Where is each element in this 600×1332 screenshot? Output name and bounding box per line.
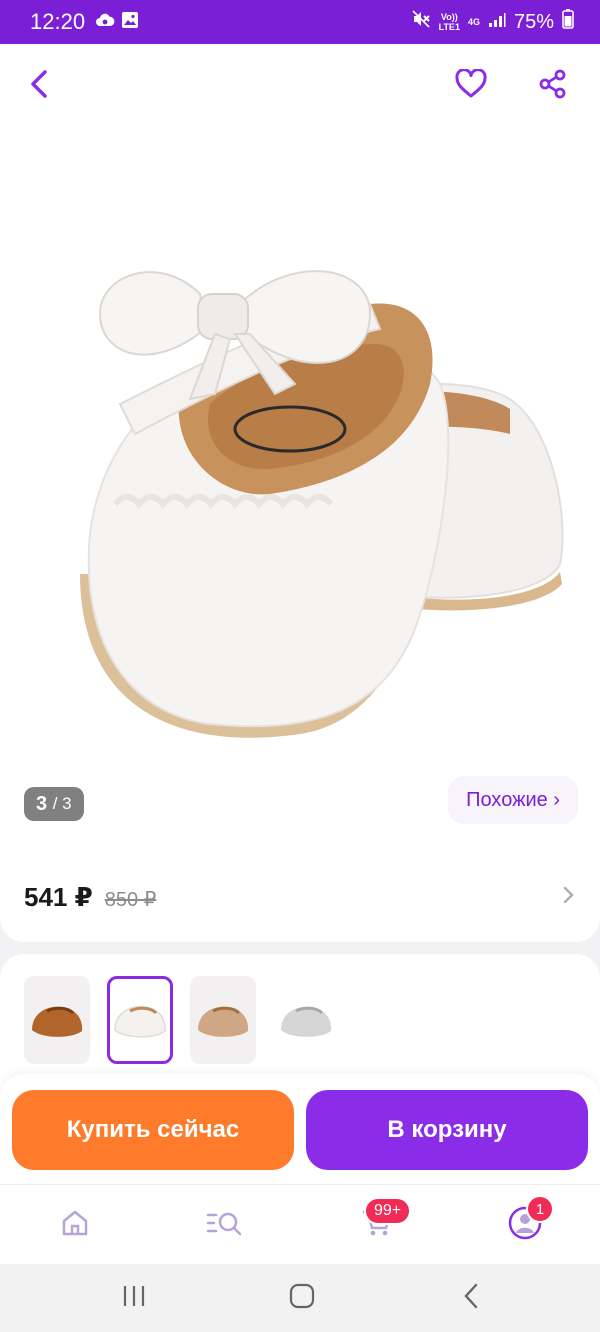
variant-thumb-grey[interactable] (273, 976, 339, 1064)
old-price: 850 ₽ (104, 888, 157, 911)
status-time: 12:20 (30, 9, 86, 34)
add-to-cart-button[interactable]: В корзину (306, 1090, 588, 1170)
battery-percent: 75% (513, 10, 554, 33)
gallery-icon (121, 11, 139, 34)
cart-count-badge: 99+ (364, 1197, 412, 1225)
product-gallery[interactable]: 3 / 3 Похожие › (0, 44, 600, 852)
mute-icon (411, 9, 431, 35)
back-arrow-icon (462, 1283, 480, 1314)
current-price: 541 ₽ (24, 881, 93, 912)
system-back-button[interactable] (451, 1282, 491, 1314)
chevron-right-icon[interactable] (562, 885, 576, 910)
square-home-icon (289, 1283, 315, 1314)
recents-button[interactable] (114, 1282, 154, 1314)
network-type: 4G (467, 17, 480, 27)
favorite-button[interactable] (449, 64, 493, 108)
signal-icon (488, 11, 506, 34)
status-bar: 12:20 Vo)) LTE1 4G 75% (0, 0, 600, 44)
system-nav-bar (0, 1264, 600, 1332)
home-icon (60, 1208, 90, 1243)
home-system-button[interactable] (282, 1282, 322, 1314)
variant-thumb-beige[interactable] (190, 976, 256, 1064)
shoe-thumb-icon (198, 1006, 249, 1037)
nav-home[interactable] (53, 1203, 97, 1247)
profile-notification-badge: 1 (526, 1195, 554, 1223)
network-label: Vo)) LTE1 (438, 12, 460, 32)
product-photo (80, 270, 564, 738)
share-button[interactable] (531, 64, 575, 108)
catalog-search-icon (205, 1208, 245, 1243)
heart-outline-icon (455, 67, 487, 104)
shoe-thumb-icon (114, 1005, 166, 1038)
chevron-left-icon (27, 69, 53, 104)
recents-icon (121, 1285, 147, 1312)
gallery-counter: 3 / 3 (24, 787, 84, 821)
share-icon (538, 69, 568, 104)
action-bar: Купить сейчас В корзину (0, 1074, 600, 1184)
variant-thumb-brown[interactable] (24, 976, 90, 1064)
battery-icon (562, 9, 574, 35)
bottom-nav: 99+ 1 (0, 1184, 600, 1264)
shoe-thumb-icon (32, 1006, 83, 1037)
back-button[interactable] (18, 64, 62, 108)
shoe-thumb-icon (281, 1006, 332, 1037)
price-section[interactable]: 541 ₽ 850 ₽ (0, 852, 600, 942)
nav-catalog[interactable] (203, 1203, 247, 1247)
variant-thumb-white[interactable] (107, 976, 173, 1064)
cloud-icon (95, 12, 115, 33)
similar-button[interactable]: Похожие › (448, 776, 578, 824)
buy-now-button[interactable]: Купить сейчас (12, 1090, 294, 1170)
